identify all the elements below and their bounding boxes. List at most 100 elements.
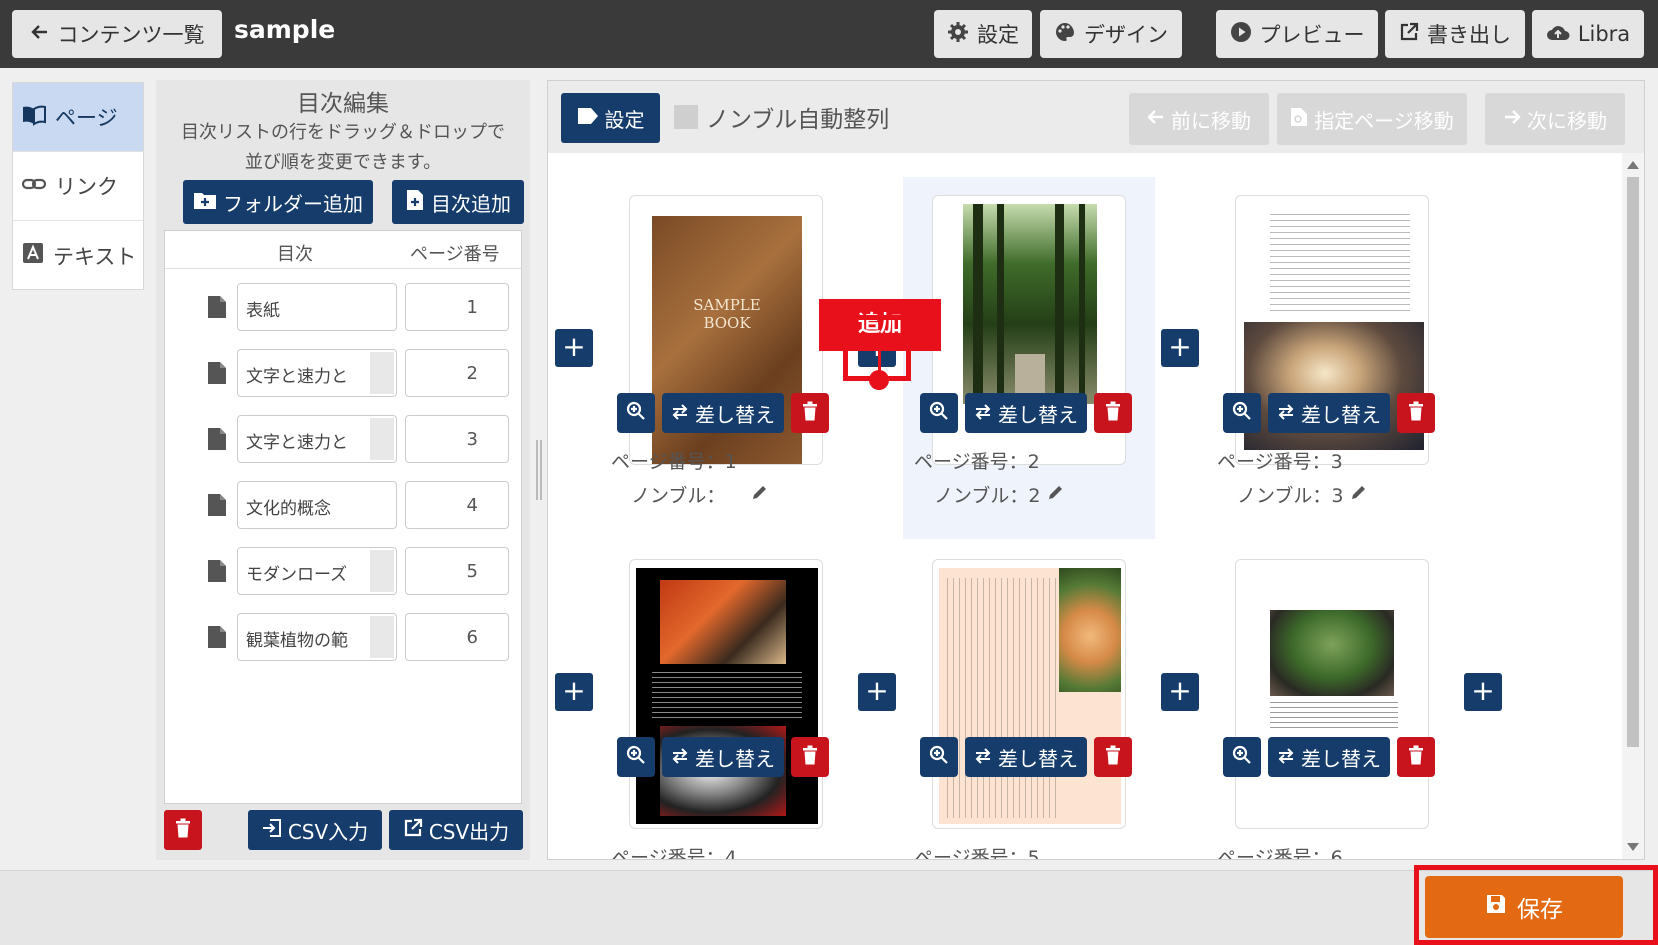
move-next-button[interactable]: 次に移動 xyxy=(1485,93,1625,145)
page-settings-button[interactable]: 設定 xyxy=(561,93,660,143)
move-prev-button[interactable]: 前に移動 xyxy=(1129,93,1269,145)
page-grid-scrollbar[interactable] xyxy=(1622,153,1644,859)
delete-page-button[interactable] xyxy=(1397,393,1435,433)
goto-page-button[interactable]: 指定ページ移動 xyxy=(1277,93,1467,145)
toc-title-input[interactable]: 文化的概念 xyxy=(237,481,397,529)
delete-page-button[interactable] xyxy=(791,737,829,777)
zoom-button[interactable] xyxy=(920,393,958,433)
nav-item-link[interactable]: リンク xyxy=(13,152,143,221)
arrow-left-icon xyxy=(1147,107,1165,131)
spinner-arrows[interactable] xyxy=(370,550,394,592)
insert-page-button[interactable]: + xyxy=(555,673,593,711)
replace-page-button[interactable]: 差し替え xyxy=(965,737,1087,777)
delete-page-button[interactable] xyxy=(1397,737,1435,777)
delete-page-button[interactable] xyxy=(1094,737,1132,777)
toc-editor-description: 目次リストの行をドラッグ＆ドロップで 並び順を変更できます。 xyxy=(156,118,530,178)
scroll-thumb[interactable] xyxy=(1627,177,1639,747)
toc-title-input[interactable]: 表紙 xyxy=(237,283,397,331)
insert-page-button[interactable]: + xyxy=(1161,329,1199,367)
page-card-4[interactable] xyxy=(629,559,823,829)
back-to-contents-button[interactable]: コンテンツ一覧 xyxy=(12,10,222,58)
toc-title-input[interactable]: 文字と速力と xyxy=(237,415,397,463)
page-card-5[interactable] xyxy=(932,559,1126,829)
settings-button[interactable]: 設定 xyxy=(934,10,1032,58)
page-number-label: ページ番号：5 xyxy=(914,847,1040,859)
replace-page-button[interactable]: 差し替え xyxy=(662,737,784,777)
export-button[interactable]: 書き出し xyxy=(1385,10,1525,58)
zoom-button[interactable] xyxy=(1223,737,1261,777)
zoom-button[interactable] xyxy=(1223,393,1261,433)
add-folder-button[interactable]: フォルダー追加 xyxy=(183,180,373,224)
toc-title-input[interactable]: 観葉植物の範 xyxy=(237,613,397,661)
page-thumbnail xyxy=(1242,568,1424,824)
delete-toc-button[interactable] xyxy=(164,810,202,850)
toc-page-input[interactable]: 2 xyxy=(405,349,509,397)
auto-align-checkbox[interactable] xyxy=(674,105,698,129)
preview-button[interactable]: プレビュー xyxy=(1216,10,1378,58)
book-open-icon xyxy=(21,104,47,131)
toc-page-input[interactable]: 3 xyxy=(405,415,509,463)
replace-page-button[interactable]: 差し替え xyxy=(1268,737,1390,777)
toc-title-value: 文字と速力と xyxy=(246,367,348,387)
pencil-icon[interactable] xyxy=(1047,483,1065,506)
replace-page-button[interactable]: 差し替え xyxy=(965,393,1087,433)
replace-label: 差し替え xyxy=(1301,746,1381,771)
toc-row[interactable]: 観葉植物の範 6 xyxy=(165,611,521,667)
delete-page-button[interactable] xyxy=(791,393,829,433)
page-settings-label: 設定 xyxy=(604,107,645,132)
csv-import-label: CSV入力 xyxy=(287,819,369,844)
pencil-icon[interactable] xyxy=(1350,483,1368,506)
toc-table: 目次 ページ番号 表紙 1 文字と速力と 2 文字と速力と 3 文化的概念 4 … xyxy=(164,230,522,804)
toc-title-input[interactable]: 文字と速力と xyxy=(237,349,397,397)
design-label: デザイン xyxy=(1084,23,1168,47)
toc-table-header: 目次 ページ番号 xyxy=(165,231,521,269)
delete-page-button[interactable] xyxy=(1094,393,1132,433)
page-thumbnail xyxy=(939,568,1121,824)
replace-page-button[interactable]: 差し替え xyxy=(1268,393,1390,433)
replace-page-button[interactable]: 差し替え xyxy=(662,393,784,433)
toc-page-input[interactable]: 5 xyxy=(405,547,509,595)
toc-page-input[interactable]: 1 xyxy=(405,283,509,331)
nav-item-page[interactable]: ページ xyxy=(13,83,143,152)
toc-row[interactable]: 表紙 1 xyxy=(165,281,521,337)
zoom-button[interactable] xyxy=(920,737,958,777)
scroll-up-arrow[interactable] xyxy=(1627,161,1639,169)
trash-icon xyxy=(175,818,191,842)
panel-splitter-handle[interactable] xyxy=(536,440,542,500)
page-card-6[interactable] xyxy=(1235,559,1429,829)
insert-page-button[interactable]: + xyxy=(1464,673,1502,711)
toc-row[interactable]: 文字と速力と 3 xyxy=(165,413,521,469)
insert-page-button[interactable]: + xyxy=(1161,673,1199,711)
design-button[interactable]: デザイン xyxy=(1040,10,1182,58)
save-button[interactable]: 保存 xyxy=(1425,876,1623,938)
toc-title-value: 表紙 xyxy=(246,301,280,321)
add-folder-label: フォルダー追加 xyxy=(223,191,363,216)
csv-import-button[interactable]: CSV入力 xyxy=(248,810,382,850)
toc-page-input[interactable]: 6 xyxy=(405,613,509,661)
pencil-icon[interactable] xyxy=(751,483,769,506)
insert-page-button[interactable]: + xyxy=(555,329,593,367)
libra-button[interactable]: Libra xyxy=(1532,10,1644,58)
toc-row[interactable]: 文化的概念 4 xyxy=(165,479,521,535)
zoom-button[interactable] xyxy=(617,393,655,433)
insert-page-button[interactable]: + xyxy=(858,673,896,711)
top-bar: コンテンツ一覧 sample 設定 デザイン プレビュー 書き出し Libra xyxy=(0,0,1658,68)
toc-page-input[interactable]: 4 xyxy=(405,481,509,529)
external-link-icon xyxy=(1399,22,1419,47)
toc-title-input[interactable]: モダンローズ xyxy=(237,547,397,595)
spinner-arrows[interactable] xyxy=(370,616,394,658)
folder-plus-icon xyxy=(193,190,217,215)
add-toc-button[interactable]: 目次追加 xyxy=(392,180,524,224)
replace-label: 差し替え xyxy=(998,746,1078,771)
trash-icon xyxy=(1408,745,1424,769)
spinner-arrows[interactable] xyxy=(370,418,394,460)
zoom-button[interactable] xyxy=(617,737,655,777)
scroll-down-arrow[interactable] xyxy=(1627,843,1639,851)
spinner-arrows[interactable] xyxy=(370,352,394,394)
toc-row[interactable]: モダンローズ 5 xyxy=(165,545,521,601)
csv-export-button[interactable]: CSV出力 xyxy=(389,810,523,850)
toc-row[interactable]: 文字と速力と 2 xyxy=(165,347,521,403)
document-icon xyxy=(207,559,227,587)
nav-item-text[interactable]: テキスト xyxy=(13,221,143,290)
swap-icon xyxy=(974,401,992,425)
